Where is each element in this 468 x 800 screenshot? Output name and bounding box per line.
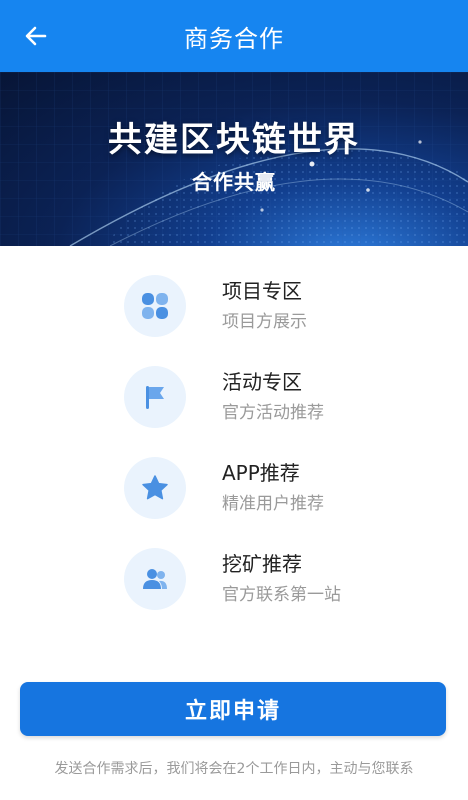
item-title: 项目专区 bbox=[222, 279, 302, 303]
item-icon-circle bbox=[124, 548, 186, 610]
banner-subtitle: 合作共赢 bbox=[192, 170, 276, 194]
page-title: 商务合作 bbox=[184, 24, 284, 53]
item-title: APP推荐 bbox=[222, 461, 300, 485]
item-title: 挖矿推荐 bbox=[222, 552, 302, 576]
star-icon bbox=[142, 475, 168, 500]
back-button[interactable] bbox=[16, 18, 56, 54]
item-subtitle: 官方联系第一站 bbox=[222, 585, 341, 605]
grid-four-icon bbox=[142, 293, 168, 319]
item-icon-circle bbox=[124, 366, 186, 428]
item-app-recommend[interactable]: APP推荐 精准用户推荐 bbox=[124, 456, 444, 520]
item-title: 活动专区 bbox=[222, 370, 302, 394]
item-icon-circle bbox=[124, 275, 186, 337]
flag-icon bbox=[146, 386, 164, 409]
item-subtitle: 项目方展示 bbox=[222, 312, 307, 332]
item-subtitle: 官方活动推荐 bbox=[222, 403, 324, 423]
item-project-zone[interactable]: 项目专区 项目方展示 bbox=[124, 274, 444, 338]
apply-button[interactable]: 立即申请 bbox=[20, 682, 446, 736]
item-activity-zone[interactable]: 活动专区 官方活动推荐 bbox=[124, 365, 444, 429]
contact-footnote: 发送合作需求后，我们将会在2个工作日内，主动与您联系 bbox=[54, 761, 414, 777]
banner: 共建区块链世界 合作共赢 bbox=[0, 72, 468, 246]
arrow-left-icon bbox=[25, 26, 47, 46]
item-mining-recommend[interactable]: 挖矿推荐 官方联系第一站 bbox=[124, 547, 444, 611]
banner-title: 共建区块链世界 bbox=[108, 120, 360, 160]
users-icon bbox=[143, 569, 167, 589]
top-bar: 商务合作 bbox=[0, 0, 468, 72]
item-subtitle: 精准用户推荐 bbox=[222, 494, 324, 514]
item-icon-circle bbox=[124, 457, 186, 519]
